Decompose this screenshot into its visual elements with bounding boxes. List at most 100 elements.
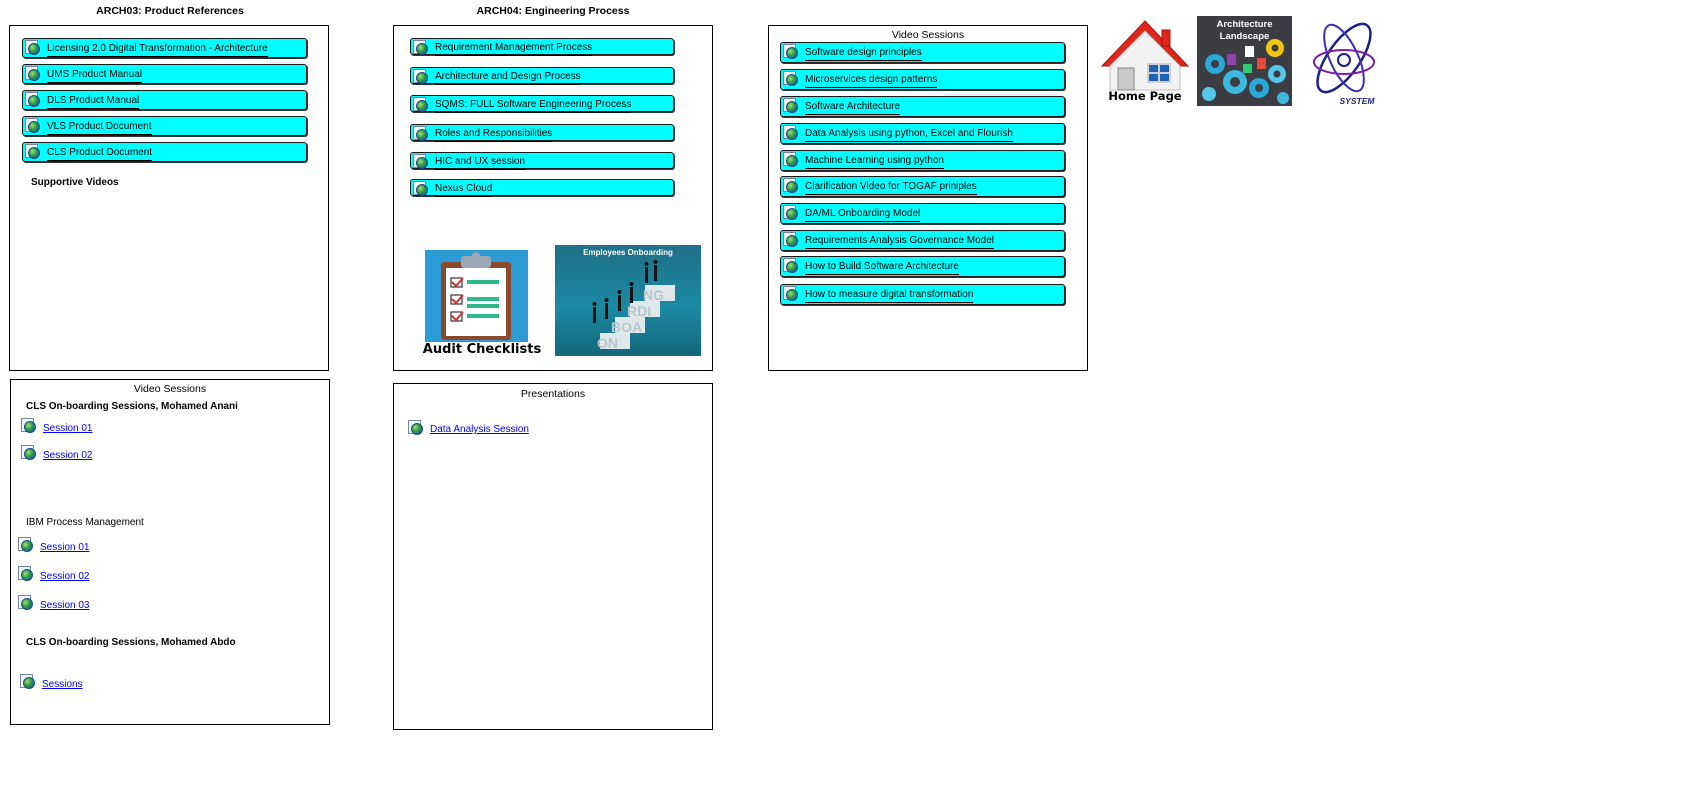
orbit-logo-icon: [1313, 22, 1375, 94]
presentation-link-data-analysis[interactable]: Data Analysis Session: [408, 420, 568, 438]
link-label: Microservices design patterns: [805, 74, 938, 88]
link-label: Session 01: [43, 423, 93, 434]
web-page-icon: [18, 537, 34, 553]
link-label: Session 02: [40, 571, 90, 582]
arch04-link-nexus[interactable]: Nexus Cloud: [410, 179, 674, 197]
video-link-data-analysis-python[interactable]: Data Analysis using python, Excel and Fl…: [780, 123, 1065, 144]
web-page-icon: [18, 566, 34, 582]
presentations-panel: Presentations Data Analysis Session: [393, 383, 713, 730]
link-label: Session 03: [40, 600, 90, 611]
link-label: How to Build Software Architecture: [805, 261, 959, 275]
home-page-label: Home Page: [1108, 89, 1182, 103]
web-page-icon: [25, 144, 41, 160]
arch04-link-roles[interactable]: Roles and Responsibilities: [410, 124, 674, 142]
link-label: Roles and Responsibilities: [435, 128, 553, 142]
link-label: DLS Product Manual: [47, 95, 140, 109]
web-page-icon: [783, 286, 799, 302]
architecture-landscape-image[interactable]: Architecture Landscape: [1197, 16, 1292, 106]
link-label: VLS Product Document: [47, 121, 152, 135]
arch03-link-vls[interactable]: VLS Product Document: [22, 116, 307, 136]
link-label: Clarification Video for TOGAF priniples: [805, 181, 977, 195]
link-label: SQMS: FULL Software Engineering Process: [435, 99, 632, 113]
video-sessions-title: Video Sessions: [891, 29, 965, 41]
video-link-build-software-architecture[interactable]: How to Build Software Architecture: [780, 256, 1065, 277]
link-label: Requirements Analysis Governance Model: [805, 235, 994, 249]
link-label: Session 02: [43, 450, 93, 461]
web-page-icon: [783, 71, 799, 87]
web-page-icon: [25, 92, 41, 108]
employees-onboarding-image[interactable]: Employees Onboarding NG RDI BOA ON: [555, 245, 701, 356]
video-link-software-design-principles[interactable]: Software design principles: [780, 42, 1065, 63]
web-page-icon: [413, 126, 429, 142]
web-page-icon: [413, 154, 429, 170]
onboarding-step-1: NG: [643, 287, 664, 303]
group-title-ibm: IBM Process Management: [26, 517, 144, 528]
link-label: Sessions: [42, 679, 83, 690]
link-label: Architecture and Design Process: [435, 71, 581, 85]
arch03-link-cls[interactable]: CLS Product Document: [22, 142, 307, 162]
session-link-anani-02[interactable]: Session 02: [21, 445, 141, 463]
audit-checklists-image[interactable]: Audit Checklists: [411, 248, 553, 360]
session-link-ibm-02[interactable]: Session 02: [18, 566, 138, 584]
video-link-togaf-clarification[interactable]: Clarification Video for TOGAF priniples: [780, 176, 1065, 197]
web-page-icon: [413, 181, 429, 197]
link-label: CLS Product Document: [47, 147, 153, 161]
arch03-link-licensing[interactable]: Licensing 2.0 Digital Transformation - A…: [22, 38, 307, 58]
web-page-icon: [21, 418, 37, 434]
web-page-icon: [783, 258, 799, 274]
audit-checklists-caption: Audit Checklists: [422, 342, 542, 357]
onboarding-step-4: ON: [597, 335, 618, 351]
staircase-icon: [592, 260, 675, 349]
web-page-icon: [413, 97, 429, 113]
home-page-image[interactable]: Home Page: [1100, 18, 1190, 106]
link-label: Data Analysis Session: [430, 424, 529, 435]
web-page-icon: [783, 98, 799, 114]
onboarding-step-2: RDI: [627, 303, 652, 319]
web-page-icon: [413, 40, 429, 56]
video-sessions-panel-left: Video Sessions CLS On-boarding Sessions,…: [10, 379, 330, 725]
onboarding-step-3: BOA: [611, 319, 643, 335]
video-link-software-architecture[interactable]: Software Architecture: [780, 96, 1065, 117]
link-label: Requirement Management Process: [435, 42, 593, 56]
architecture-landscape-label: Architecture Landscape: [1216, 19, 1273, 42]
link-label: UMS Product Manual: [47, 69, 143, 83]
web-page-icon: [783, 178, 799, 194]
video-link-daml-onboarding-model[interactable]: DA/ML Onboarding Model: [780, 203, 1065, 224]
video-link-measure-digital-transformation[interactable]: How to measure digital transformation: [780, 284, 1065, 305]
arch04-link-architecture[interactable]: Architecture and Design Process: [410, 67, 674, 85]
web-page-icon: [783, 125, 799, 141]
video-sessions-title: Video Sessions: [133, 383, 207, 395]
video-link-microservices-design-patterns[interactable]: Microservices design patterns: [780, 69, 1065, 90]
link-label: HIC and UX session: [435, 156, 526, 170]
arch04-link-hic-ux[interactable]: HIC and UX session: [410, 152, 674, 170]
web-page-icon: [783, 44, 799, 60]
web-page-icon: [413, 69, 429, 85]
web-page-icon: [783, 232, 799, 248]
session-link-anani-01[interactable]: Session 01: [21, 418, 141, 436]
video-link-machine-learning-python[interactable]: Machine Learning using python: [780, 150, 1065, 171]
group-title-cls-anani: CLS On-boarding Sessions, Mohamed Anani: [26, 401, 238, 412]
web-page-icon: [783, 152, 799, 168]
web-page-icon: [21, 445, 37, 461]
session-link-ibm-01[interactable]: Session 01: [18, 537, 138, 555]
link-label: How to measure digital transformation: [805, 289, 974, 303]
link-label: DA/ML Onboarding Model: [805, 208, 921, 222]
video-sessions-panel-right: Video Sessions Software design principle…: [768, 25, 1088, 371]
arch03-link-dls[interactable]: DLS Product Manual: [22, 90, 307, 110]
arch04-link-requirement[interactable]: Requirement Management Process: [410, 38, 674, 56]
web-page-icon: [25, 118, 41, 134]
arch03-link-ums[interactable]: UMS Product Manual: [22, 64, 307, 84]
link-label: Machine Learning using python: [805, 155, 944, 169]
web-page-icon: [18, 595, 34, 611]
link-label: Software design principles: [805, 47, 922, 61]
arch04-panel: Requirement Management Process Architect…: [393, 25, 713, 371]
session-link-ibm-03[interactable]: Session 03: [18, 595, 138, 613]
web-page-icon: [408, 420, 424, 436]
presentations-title: Presentations: [520, 388, 586, 400]
link-label: Session 01: [40, 542, 90, 553]
arch04-link-sqms[interactable]: SQMS: FULL Software Engineering Process: [410, 95, 674, 113]
link-label: Software Architecture: [805, 101, 901, 115]
video-link-requirements-analysis-governance[interactable]: Requirements Analysis Governance Model: [780, 230, 1065, 251]
system-journey-image[interactable]: SYSTEM JOURNEY: [1296, 14, 1396, 108]
session-link-abdo-sessions[interactable]: Sessions: [20, 674, 140, 692]
